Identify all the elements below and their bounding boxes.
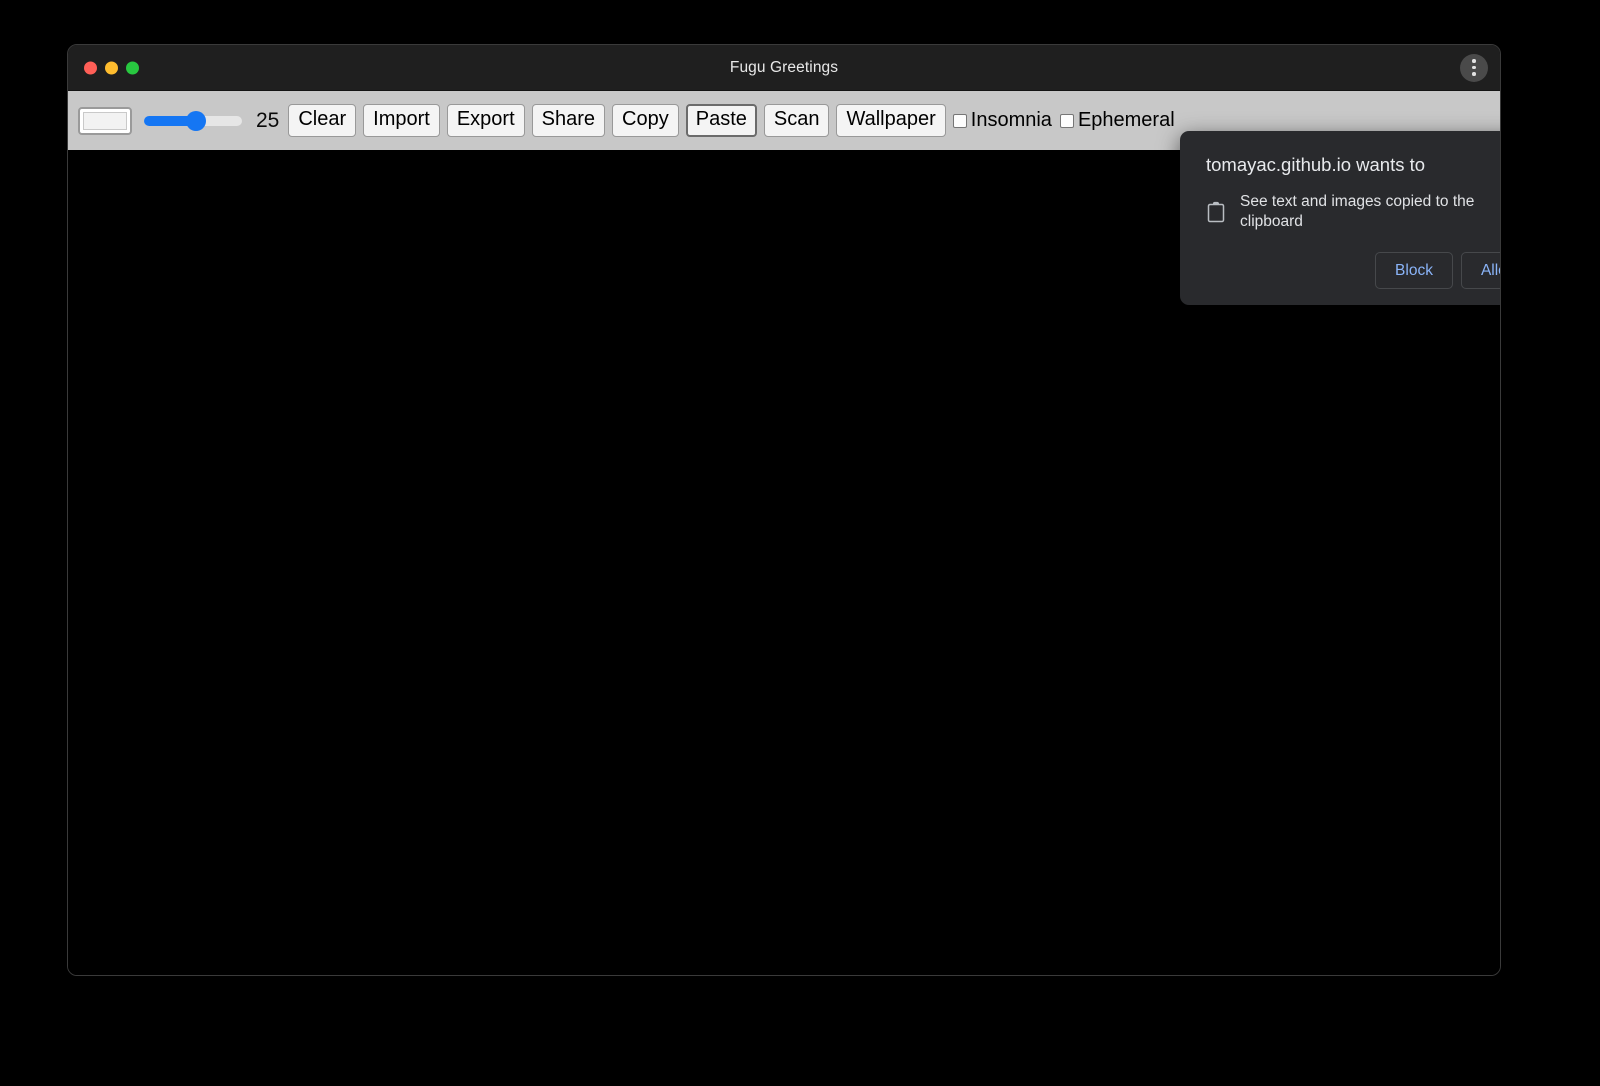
insomnia-checkbox[interactable]: Insomnia bbox=[953, 109, 1052, 132]
slider-thumb[interactable] bbox=[186, 111, 206, 131]
window-title: Fugu Greetings bbox=[68, 59, 1500, 77]
paste-button[interactable]: Paste bbox=[686, 104, 757, 137]
maximize-window-button[interactable] bbox=[126, 61, 139, 74]
copy-button[interactable]: Copy bbox=[612, 104, 679, 137]
clear-button[interactable]: Clear bbox=[288, 104, 356, 137]
traffic-lights bbox=[84, 61, 139, 74]
kebab-dot bbox=[1472, 72, 1476, 76]
ephemeral-checkbox-label: Ephemeral bbox=[1078, 109, 1175, 132]
color-picker-input[interactable] bbox=[78, 107, 132, 135]
share-button[interactable]: Share bbox=[532, 104, 605, 137]
title-bar: Fugu Greetings bbox=[68, 45, 1500, 91]
minimize-window-button[interactable] bbox=[105, 61, 118, 74]
block-button[interactable]: Block bbox=[1375, 252, 1453, 289]
import-button[interactable]: Import bbox=[363, 104, 440, 137]
export-button[interactable]: Export bbox=[447, 104, 525, 137]
checkbox-icon[interactable] bbox=[1060, 114, 1074, 128]
kebab-menu-icon[interactable] bbox=[1460, 54, 1488, 82]
clipboard-icon bbox=[1206, 201, 1226, 223]
permission-actions: Block Allow bbox=[1202, 252, 1501, 289]
kebab-dot bbox=[1472, 66, 1476, 70]
permission-detail-text: See text and images copied to the clipbo… bbox=[1240, 192, 1501, 232]
close-window-button[interactable] bbox=[84, 61, 97, 74]
checkbox-icon[interactable] bbox=[953, 114, 967, 128]
wallpaper-button[interactable]: Wallpaper bbox=[836, 104, 945, 137]
kebab-dot bbox=[1472, 59, 1476, 63]
insomnia-checkbox-label: Insomnia bbox=[971, 109, 1052, 132]
permission-body: See text and images copied to the clipbo… bbox=[1206, 192, 1501, 232]
thickness-slider-input[interactable] bbox=[144, 116, 242, 126]
ephemeral-checkbox[interactable]: Ephemeral bbox=[1060, 109, 1175, 132]
scan-button[interactable]: Scan bbox=[764, 104, 830, 137]
browser-window: Fugu Greetings 25 Clear Import Export Sh… bbox=[67, 44, 1501, 976]
thickness-value-label: 25 bbox=[256, 109, 279, 133]
clipboard-permission-dialog: tomayac.github.io wants to See text and … bbox=[1180, 131, 1501, 305]
allow-button[interactable]: Allow bbox=[1461, 252, 1501, 289]
permission-title: tomayac.github.io wants to bbox=[1206, 153, 1501, 176]
color-swatch-icon bbox=[83, 112, 127, 130]
